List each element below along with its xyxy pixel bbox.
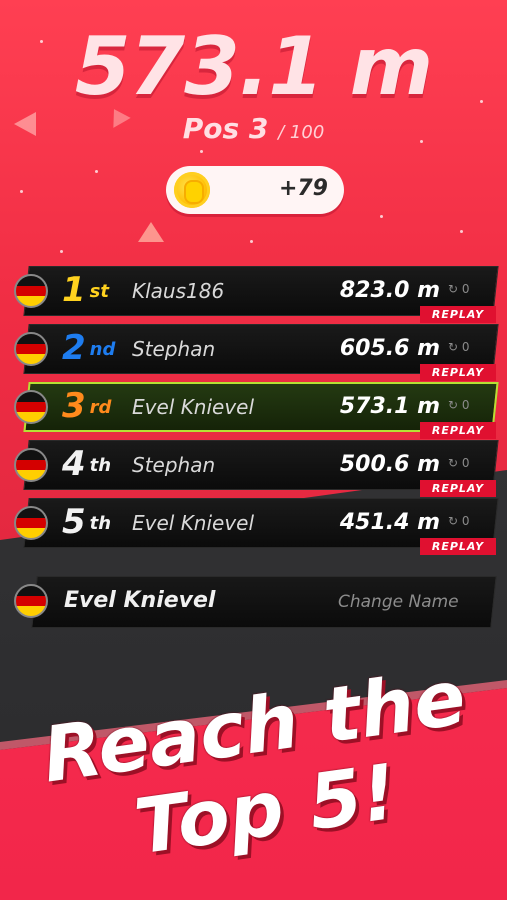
player-distance: 823.0 m <box>339 278 440 303</box>
rank-digit: 5 <box>62 502 86 542</box>
rank-number: 4th <box>62 444 111 484</box>
germany-flag-icon <box>14 448 48 482</box>
germany-flag-icon <box>14 332 48 366</box>
change-name-button[interactable]: Change Name <box>338 592 459 612</box>
player-distance: 573.1 m <box>339 394 440 419</box>
leaderboard: 1st Klaus186 823.0 m ↻ 0 REPLAY 2nd Step… <box>0 0 507 660</box>
rank-suffix: rd <box>89 397 112 418</box>
rank-digit: 4 <box>62 444 86 484</box>
germany-flag-icon <box>14 390 48 424</box>
player-distance: 451.4 m <box>339 510 440 535</box>
current-player-name: Evel Knievel <box>64 588 216 613</box>
replay-button[interactable]: REPLAY <box>420 538 496 555</box>
replay-button[interactable]: REPLAY <box>420 306 496 323</box>
germany-flag-icon <box>14 506 48 540</box>
rank-number: 3rd <box>62 386 111 426</box>
rank-digit: 3 <box>62 386 86 426</box>
replay-button[interactable]: REPLAY <box>420 364 496 381</box>
rank-number: 1st <box>62 270 109 310</box>
rank-digit: 2 <box>62 328 86 368</box>
rank-suffix: nd <box>89 339 116 360</box>
rank-digit: 1 <box>62 270 86 310</box>
attempts-count: ↻ 0 <box>448 398 470 412</box>
replay-button[interactable]: REPLAY <box>420 480 496 497</box>
germany-flag-icon <box>14 274 48 308</box>
attempts-count: ↻ 0 <box>448 282 470 296</box>
current-player-row: Evel Knievel Change Name <box>0 574 507 632</box>
player-name: Evel Knievel <box>132 395 255 419</box>
attempts-count: ↻ 0 <box>448 340 470 354</box>
rank-suffix: st <box>89 281 109 302</box>
player-name: Stephan <box>132 337 216 361</box>
player-distance: 605.6 m <box>339 336 440 361</box>
leaderboard-row-current-player: 3rd Evel Knievel 573.1 m ↻ 0 REPLAY <box>0 382 507 440</box>
leaderboard-row: 1st Klaus186 823.0 m ↻ 0 REPLAY <box>0 266 507 324</box>
leaderboard-row: 5th Evel Knievel 451.4 m ↻ 0 REPLAY <box>0 498 507 556</box>
attempts-count: ↻ 0 <box>448 456 470 470</box>
player-name: Stephan <box>132 453 216 477</box>
rank-number: 2nd <box>62 328 115 368</box>
rank-suffix: th <box>89 455 112 476</box>
leaderboard-row: 4th Stephan 500.6 m ↻ 0 REPLAY <box>0 440 507 498</box>
leaderboard-row: 2nd Stephan 605.6 m ↻ 0 REPLAY <box>0 324 507 382</box>
player-distance: 500.6 m <box>339 452 440 477</box>
replay-button[interactable]: REPLAY <box>420 422 496 439</box>
rank-suffix: th <box>89 513 112 534</box>
germany-flag-icon <box>14 584 48 618</box>
rank-number: 5th <box>62 502 111 542</box>
attempts-count: ↻ 0 <box>448 514 470 528</box>
player-name: Klaus186 <box>132 279 225 303</box>
player-name: Evel Knievel <box>132 511 255 535</box>
